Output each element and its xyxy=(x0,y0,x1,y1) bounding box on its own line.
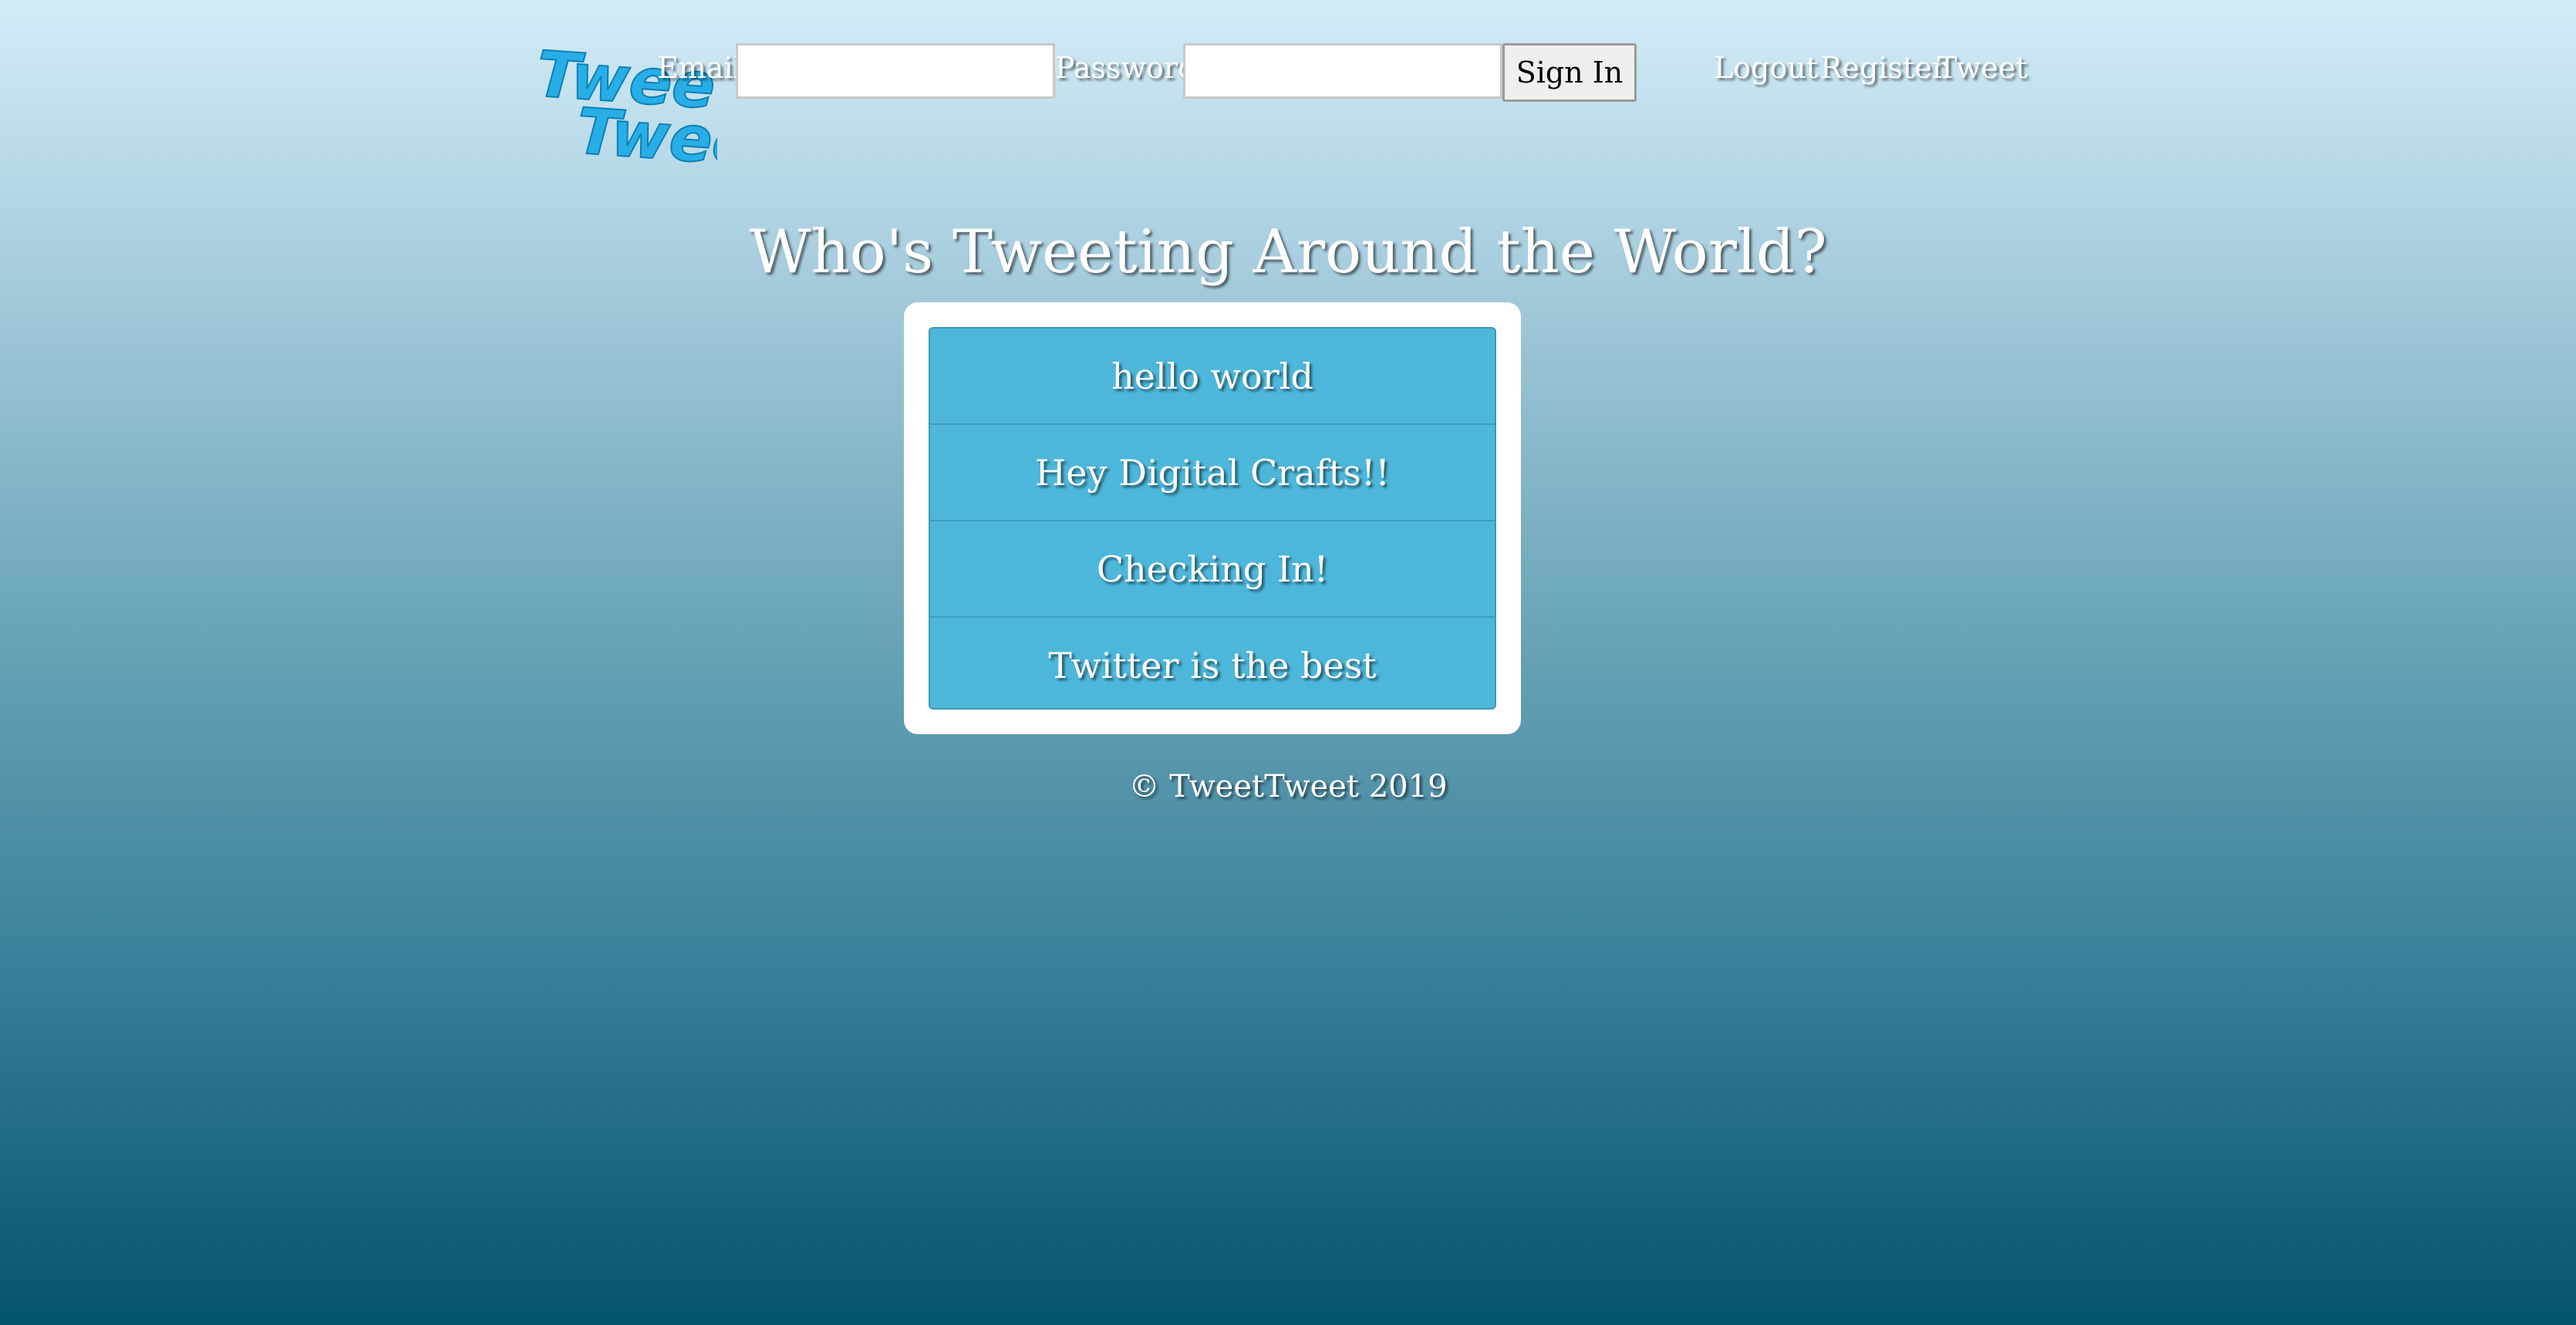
nav-tweet-link[interactable]: Tweet xyxy=(1937,46,2028,89)
password-field[interactable] xyxy=(1183,43,1502,99)
tweet-item: hello world xyxy=(930,329,1495,425)
nav-logout-link[interactable]: Logout xyxy=(1714,46,1818,89)
tweet-card: hello world Hey Digital Crafts!! Checkin… xyxy=(904,302,1521,734)
nav-register-link[interactable]: Register xyxy=(1820,46,1946,89)
footer-copyright: © TweetTweet 2019 xyxy=(1128,769,1448,804)
tweet-list: hello world Hey Digital Crafts!! Checkin… xyxy=(929,327,1496,710)
tweet-item: Twitter is the best xyxy=(1048,644,1377,686)
logo-line-2: Tweet xyxy=(575,95,717,168)
page-title: Who's Tweeting Around the World? xyxy=(749,217,1827,287)
tweet-item: Hey Digital Crafts!! xyxy=(930,425,1495,521)
tweet-item: Checking In! xyxy=(930,521,1495,618)
sign-in-button[interactable]: Sign In xyxy=(1502,43,1637,102)
email-field[interactable] xyxy=(736,43,1055,99)
